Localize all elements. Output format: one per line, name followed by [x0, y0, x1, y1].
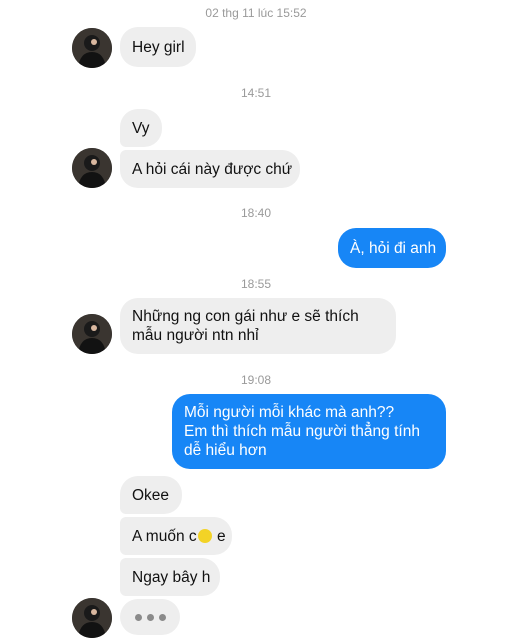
- typing-dot: [134, 613, 142, 621]
- avatar[interactable]: [72, 598, 112, 638]
- message-text-line: Những ng con gái như e sẽ thích: [132, 308, 359, 325]
- message-bubble-incoming[interactable]: Okee: [120, 476, 182, 514]
- profile-photo-icon: [72, 28, 112, 68]
- typing-dots-icon: [120, 599, 180, 635]
- message-bubble-incoming[interactable]: A muốn c e: [120, 517, 232, 555]
- typing-indicator: [120, 599, 180, 635]
- message-text: A hỏi cái này được chứ: [132, 160, 293, 178]
- message-text-line: Mỗi người mỗi khác mà anh??: [184, 404, 395, 421]
- typing-dot: [146, 613, 154, 621]
- message-bubble-outgoing[interactable]: À, hỏi đi anh: [338, 228, 446, 268]
- message-timestamp: 18:55: [240, 277, 272, 291]
- message-timestamp: 19:08: [240, 373, 272, 387]
- avatar[interactable]: [72, 314, 112, 354]
- profile-photo-icon: [72, 598, 112, 638]
- message-text: À, hỏi đi anh: [350, 239, 437, 257]
- message-text-part: e: [216, 527, 226, 545]
- profile-photo-icon: [72, 148, 112, 188]
- message-bubble-incoming[interactable]: Hey girl: [120, 27, 196, 67]
- message-text: Ngay bây h: [132, 568, 211, 586]
- message-text-line: dễ hiểu hơn: [184, 442, 267, 459]
- message-bubble-incoming[interactable]: Ngay bây h: [120, 558, 220, 596]
- message-text: Vy: [132, 119, 150, 137]
- message-text: A muốn c e: [132, 527, 226, 546]
- profile-photo-icon: [72, 314, 112, 354]
- avatar[interactable]: [72, 28, 112, 68]
- message-text: Okee: [132, 486, 170, 504]
- emoji-sticker-icon: [197, 529, 212, 544]
- message-text-part: A muốn c: [132, 527, 197, 545]
- conversation-date-label: 02 thg 11 lúc 15:52: [205, 6, 307, 20]
- avatar[interactable]: [72, 148, 112, 188]
- typing-dot: [158, 613, 166, 621]
- message-bubble-outgoing[interactable]: Mỗi người mỗi khác mà anh?? Em thì thích…: [172, 394, 446, 469]
- message-text: Hey girl: [132, 38, 185, 56]
- message-bubble-incoming[interactable]: Những ng con gái như e sẽ thích mẫu ngườ…: [120, 298, 396, 354]
- message-timestamp: 14:51: [240, 86, 272, 100]
- message-bubble-incoming[interactable]: Vy: [120, 109, 162, 147]
- message-bubble-incoming[interactable]: A hỏi cái này được chứ: [120, 150, 300, 188]
- message-text-line: mẫu người ntn nhỉ: [132, 327, 259, 344]
- message-timestamp: 18:40: [240, 206, 272, 220]
- message-text-line: Em thì thích mẫu người thẳng tính: [184, 423, 420, 440]
